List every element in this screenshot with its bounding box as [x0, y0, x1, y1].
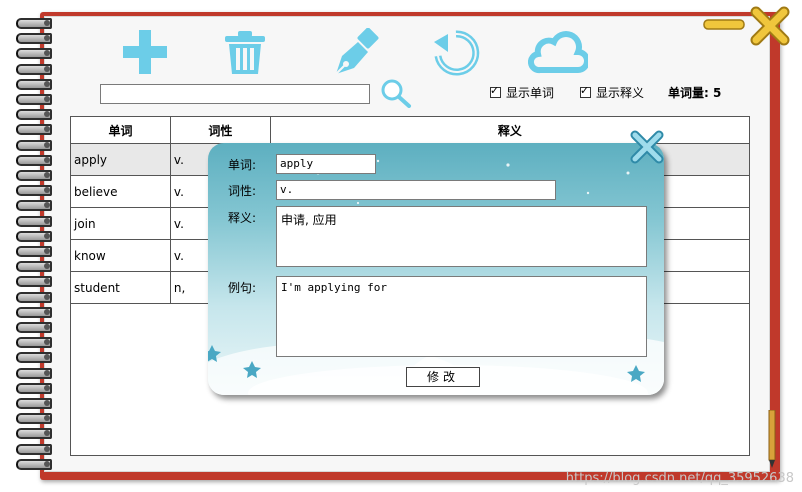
- spiral-ring: [14, 291, 60, 303]
- dialog-close-icon[interactable]: [628, 128, 666, 166]
- spiral-ring: [14, 185, 60, 197]
- search-icon[interactable]: [380, 78, 412, 108]
- spiral-ring: [14, 413, 60, 425]
- pencil-decoration: [768, 410, 776, 468]
- show-word-checkbox[interactable]: [490, 84, 501, 98]
- cell-word: join: [70, 207, 171, 240]
- spiral-ring: [14, 78, 60, 90]
- word-count: 单词量: 5: [668, 84, 721, 101]
- spiral-ring: [14, 230, 60, 242]
- column-header-meaning[interactable]: 释义: [269, 116, 751, 144]
- spiral-ring: [14, 200, 60, 212]
- spiral-ring: [14, 367, 60, 379]
- word-count-value: 5: [713, 86, 722, 100]
- spiral-ring: [14, 261, 60, 273]
- column-header-word[interactable]: 单词: [70, 116, 171, 144]
- spiral-ring: [14, 94, 60, 105]
- cloud-icon[interactable]: [528, 28, 588, 76]
- spiral-ring: [14, 428, 60, 440]
- dialog-word-label: 单词:: [228, 158, 257, 172]
- search-input[interactable]: [100, 84, 370, 104]
- refresh-icon[interactable]: [430, 28, 482, 76]
- pen-nib-icon[interactable]: [330, 28, 382, 76]
- spiral-ring: [14, 124, 60, 136]
- spiral-ring: [14, 246, 60, 257]
- spiral-ring: [14, 154, 60, 166]
- spiral-ring: [14, 48, 60, 60]
- spiral-ring: [14, 63, 60, 75]
- dialog-meaning-textarea[interactable]: 申请, 应用: [276, 206, 647, 267]
- spiral-ring: [14, 337, 60, 349]
- dialog-word-input[interactable]: apply: [276, 154, 376, 174]
- trash-icon[interactable]: [222, 28, 268, 76]
- spiral-ring: [14, 443, 60, 455]
- spiral-ring: [14, 18, 60, 29]
- show-word-option[interactable]: 显示单词: [490, 84, 554, 101]
- spiral-ring: [14, 352, 60, 364]
- dialog-pos-label: 词性:: [228, 184, 257, 198]
- spiral-ring: [14, 109, 60, 121]
- spiral-ring: [14, 306, 60, 318]
- spiral-ring: [14, 382, 60, 394]
- watermark-text: https://blog.csdn.net/qq_35952638: [565, 471, 794, 486]
- show-meaning-label: 显示释义: [596, 86, 645, 100]
- spiral-ring: [14, 139, 60, 151]
- cell-word: apply: [70, 143, 171, 176]
- spiral-ring: [14, 170, 60, 181]
- show-meaning-option[interactable]: 显示释义: [580, 84, 644, 101]
- window-close-icon[interactable]: [748, 4, 792, 48]
- word-count-label: 单词量:: [668, 86, 709, 100]
- edit-word-dialog: 单词: apply 词性: v. 释义: 申请, 应用 例句: I'm appl…: [208, 143, 664, 395]
- dialog-example-textarea[interactable]: I'm applying for: [276, 276, 647, 357]
- spiral-ring: [14, 215, 60, 227]
- show-word-label: 显示单词: [506, 86, 555, 100]
- modify-button[interactable]: 修改: [406, 367, 480, 387]
- cell-word: student: [70, 271, 171, 304]
- spiral-ring: [14, 322, 60, 333]
- spiral-ring: [14, 458, 60, 470]
- cell-word: know: [70, 239, 171, 272]
- spiral-ring: [14, 33, 60, 45]
- cell-word: believe: [70, 175, 171, 208]
- spiral-ring: [14, 276, 60, 288]
- plus-icon[interactable]: [120, 28, 170, 76]
- spiral-binding: [14, 18, 58, 478]
- column-header-pos[interactable]: 词性: [169, 116, 271, 144]
- spiral-ring: [14, 398, 60, 409]
- show-meaning-checkbox[interactable]: [580, 84, 591, 98]
- dialog-example-label: 例句:: [228, 281, 257, 295]
- dialog-meaning-label: 释义:: [228, 211, 257, 225]
- dialog-pos-input[interactable]: v.: [276, 180, 556, 200]
- minimize-icon[interactable]: [702, 4, 750, 44]
